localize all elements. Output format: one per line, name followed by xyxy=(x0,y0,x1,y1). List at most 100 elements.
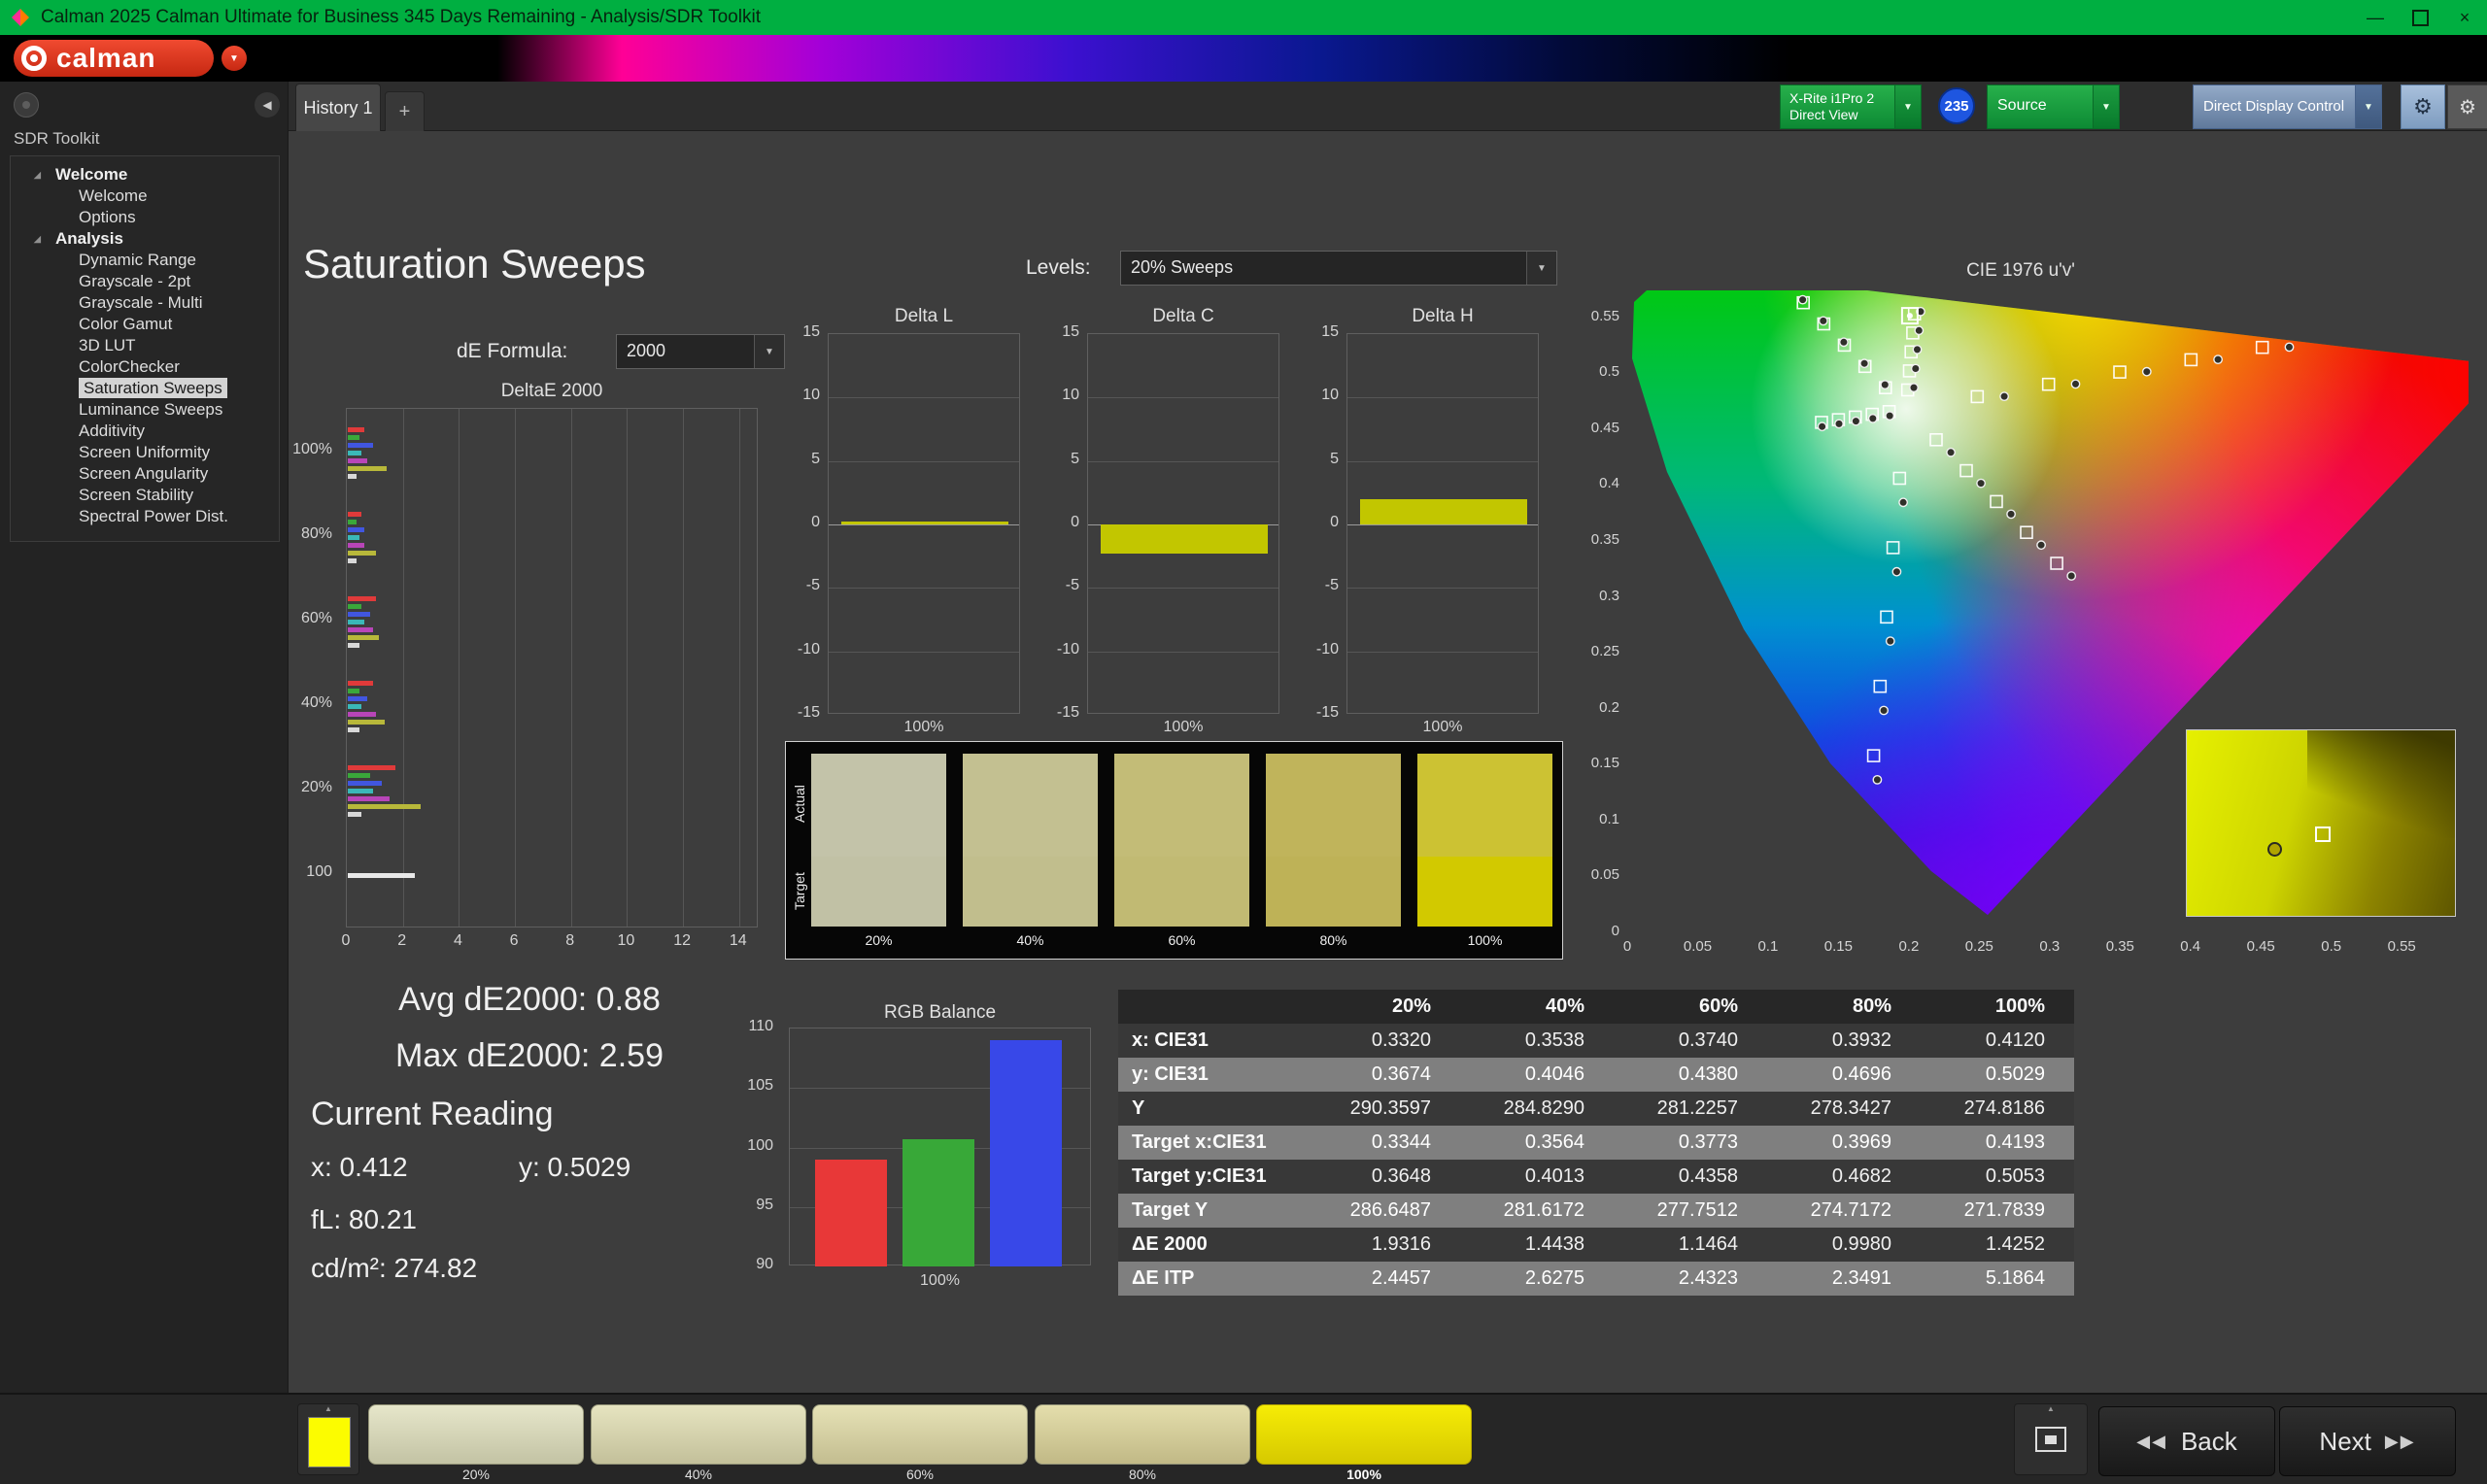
table-cell: 274.8186 xyxy=(1963,1097,2045,1119)
sidebar-item-options[interactable]: Options xyxy=(11,207,279,228)
swatch-target xyxy=(1114,857,1249,927)
table-row-target-y: Target Y 286.6487 281.6172 277.7512 274.7172… xyxy=(1118,1194,2074,1228)
table-cell: 0.3320 xyxy=(1371,1029,1431,1051)
back-button[interactable]: ◀◀ Back xyxy=(2098,1406,2275,1476)
workflow-settings-button[interactable]: ⚙ xyxy=(2447,84,2487,129)
sidebar-item-colorchecker[interactable]: ColorChecker xyxy=(11,356,279,378)
meter-name: X-Rite i1Pro 2 xyxy=(1789,90,1875,106)
sidebar-item-screen-stability[interactable]: Screen Stability xyxy=(11,485,279,506)
help-button[interactable] xyxy=(14,92,39,118)
patch-button-80[interactable] xyxy=(1035,1404,1250,1465)
swatch-60: 60% xyxy=(1114,742,1249,961)
collapse-sidebar-button[interactable]: ◀ xyxy=(255,92,280,118)
cie-measured-marker xyxy=(1885,411,1895,422)
de-formula-dropdown[interactable]: 2000 ▼ xyxy=(616,334,785,369)
table-cell: 0.3344 xyxy=(1371,1131,1431,1153)
table-cell: 0.3648 xyxy=(1371,1165,1431,1187)
patch-button-60[interactable] xyxy=(812,1404,1028,1465)
axis-tick-label: -5 xyxy=(1065,577,1079,594)
cie-measured-marker xyxy=(2213,354,2223,365)
table-cell: 0.5053 xyxy=(1985,1165,2045,1187)
sidebar-item-3d-lut[interactable]: 3D LUT xyxy=(11,335,279,356)
axis-tick-label: 80% xyxy=(300,525,332,542)
meter-mode: Direct View xyxy=(1789,107,1858,122)
axis-tick-label: 100% xyxy=(1163,719,1204,735)
rgb-balance-chart: RGB Balance 110 105 100 95 90 100% xyxy=(734,1000,1104,1292)
sidebar-item-dynamic-range[interactable]: Dynamic Range xyxy=(11,250,279,271)
table-row-label: Target y:CIE31 xyxy=(1132,1165,1267,1187)
swatch-actual xyxy=(811,754,946,857)
cie-measured-marker xyxy=(1818,316,1828,326)
patch-button-20[interactable] xyxy=(368,1404,584,1465)
table-cell: 0.9980 xyxy=(1831,1233,1891,1255)
close-button[interactable]: × xyxy=(2442,0,2487,35)
sidebar-item-spectral-power-dist[interactable]: Spectral Power Dist. xyxy=(11,506,279,527)
window-title: Calman 2025 Calman Ultimate for Business… xyxy=(41,7,761,27)
meter-dropdown[interactable]: X-Rite i1Pro 2 Direct View ▼ xyxy=(1780,84,1922,129)
sidebar-item-saturation-sweeps[interactable]: Saturation Sweeps xyxy=(11,378,279,399)
deltae-bar xyxy=(348,526,365,532)
axis-tick-label: -5 xyxy=(1324,577,1339,594)
deltae-bar xyxy=(348,764,395,770)
table-cell: 0.4682 xyxy=(1831,1165,1891,1187)
axis-tick-label: 100 xyxy=(747,1136,773,1154)
patch-button-100[interactable] xyxy=(1256,1404,1472,1465)
sidebar-item-analysis[interactable]: ◢ Analysis xyxy=(11,228,279,250)
display-control-dropdown[interactable]: Direct Display Control ▼ xyxy=(2193,84,2382,129)
maximize-button[interactable] xyxy=(2398,0,2442,35)
sidebar-item-welcome[interactable]: Welcome xyxy=(11,186,279,207)
sidebar-item-color-gamut[interactable]: Color Gamut xyxy=(11,314,279,335)
axis-tick-label: -15 xyxy=(797,704,820,721)
expander-icon[interactable]: ◢ xyxy=(34,228,41,250)
deltae-bar xyxy=(348,726,359,732)
cie-zoom-inset xyxy=(2186,729,2456,917)
pattern-preview-panel[interactable]: ▲ xyxy=(297,1403,359,1475)
axis-tick-label: 0.15 xyxy=(1590,755,1619,772)
table-row-label: x: CIE31 xyxy=(1132,1029,1209,1051)
deltae-bar xyxy=(348,534,359,540)
gridline xyxy=(738,409,740,927)
deltae-bar xyxy=(348,703,362,709)
table-row-e-2000: ΔE 2000 1.9316 1.4438 1.1464 0.9980 1.4252 xyxy=(1118,1228,2074,1262)
cie-current-dot xyxy=(1906,313,1913,320)
expander-icon[interactable]: ◢ xyxy=(34,164,41,186)
settings-button[interactable]: ⚙ xyxy=(2401,84,2445,129)
axis-tick-label: 0 xyxy=(341,932,351,949)
logo-menu-button[interactable]: ▼ xyxy=(221,46,247,71)
sidebar-item-grayscale-multi[interactable]: Grayscale - Multi xyxy=(11,292,279,314)
table-row-target-y-cie31: Target y:CIE31 0.3648 0.4013 0.4358 0.4682 0.… xyxy=(1118,1160,2074,1194)
chevron-down-icon: ▼ xyxy=(1894,85,1921,128)
add-tab-button[interactable]: + xyxy=(385,91,425,131)
swatch-label: 100% xyxy=(1467,932,1503,948)
sidebar-item-screen-angularity[interactable]: Screen Angularity xyxy=(11,463,279,485)
cie-measured-marker xyxy=(1912,345,1923,354)
axis-tick-label: -10 xyxy=(1315,640,1339,658)
panel-notch-icon: ▲ xyxy=(2047,1404,2055,1413)
sidebar-item-screen-uniformity[interactable]: Screen Uniformity xyxy=(11,442,279,463)
axis-tick-label: 0 xyxy=(1611,923,1619,939)
calman-logo[interactable]: calman xyxy=(14,40,214,77)
tab-history-1[interactable]: History 1 xyxy=(295,84,381,131)
deltae-x-axis: 0 2 4 6 8 10 12 14 xyxy=(342,932,758,954)
display-window-button[interactable]: ▲ xyxy=(2014,1403,2088,1475)
deltae-bar xyxy=(348,803,421,809)
axis-tick-label: 15 xyxy=(802,323,820,340)
source-dropdown[interactable]: Source ▼ xyxy=(1987,84,2120,129)
deltae-plot xyxy=(346,408,758,928)
patch-button-40[interactable] xyxy=(591,1404,806,1465)
luminance-badge[interactable]: 235 xyxy=(1938,87,1975,124)
axis-tick-label: 0.5 xyxy=(1599,363,1619,381)
sidebar-item-grayscale-2pt[interactable]: Grayscale - 2pt xyxy=(11,271,279,292)
minimize-button[interactable]: — xyxy=(2353,0,2398,35)
sidebar-item-additivity[interactable]: Additivity xyxy=(11,421,279,442)
levels-dropdown[interactable]: 20% Sweeps ▼ xyxy=(1120,251,1557,286)
table-cell: 281.6172 xyxy=(1503,1199,1584,1221)
axis-tick-label: 0 xyxy=(1071,514,1079,530)
cie-measured-marker xyxy=(1797,294,1808,305)
next-button[interactable]: Next ▶▶ xyxy=(2279,1406,2456,1476)
table-row-e-itp: ΔE ITP 2.4457 2.6275 2.4323 2.3491 5.1864 xyxy=(1118,1262,2074,1296)
axis-tick-label: 0.3 xyxy=(1599,587,1619,604)
sidebar-item-welcome[interactable]: ◢ Welcome xyxy=(11,164,279,186)
sidebar-item-luminance-sweeps[interactable]: Luminance Sweeps xyxy=(11,399,279,421)
deltae-bar xyxy=(348,772,371,778)
